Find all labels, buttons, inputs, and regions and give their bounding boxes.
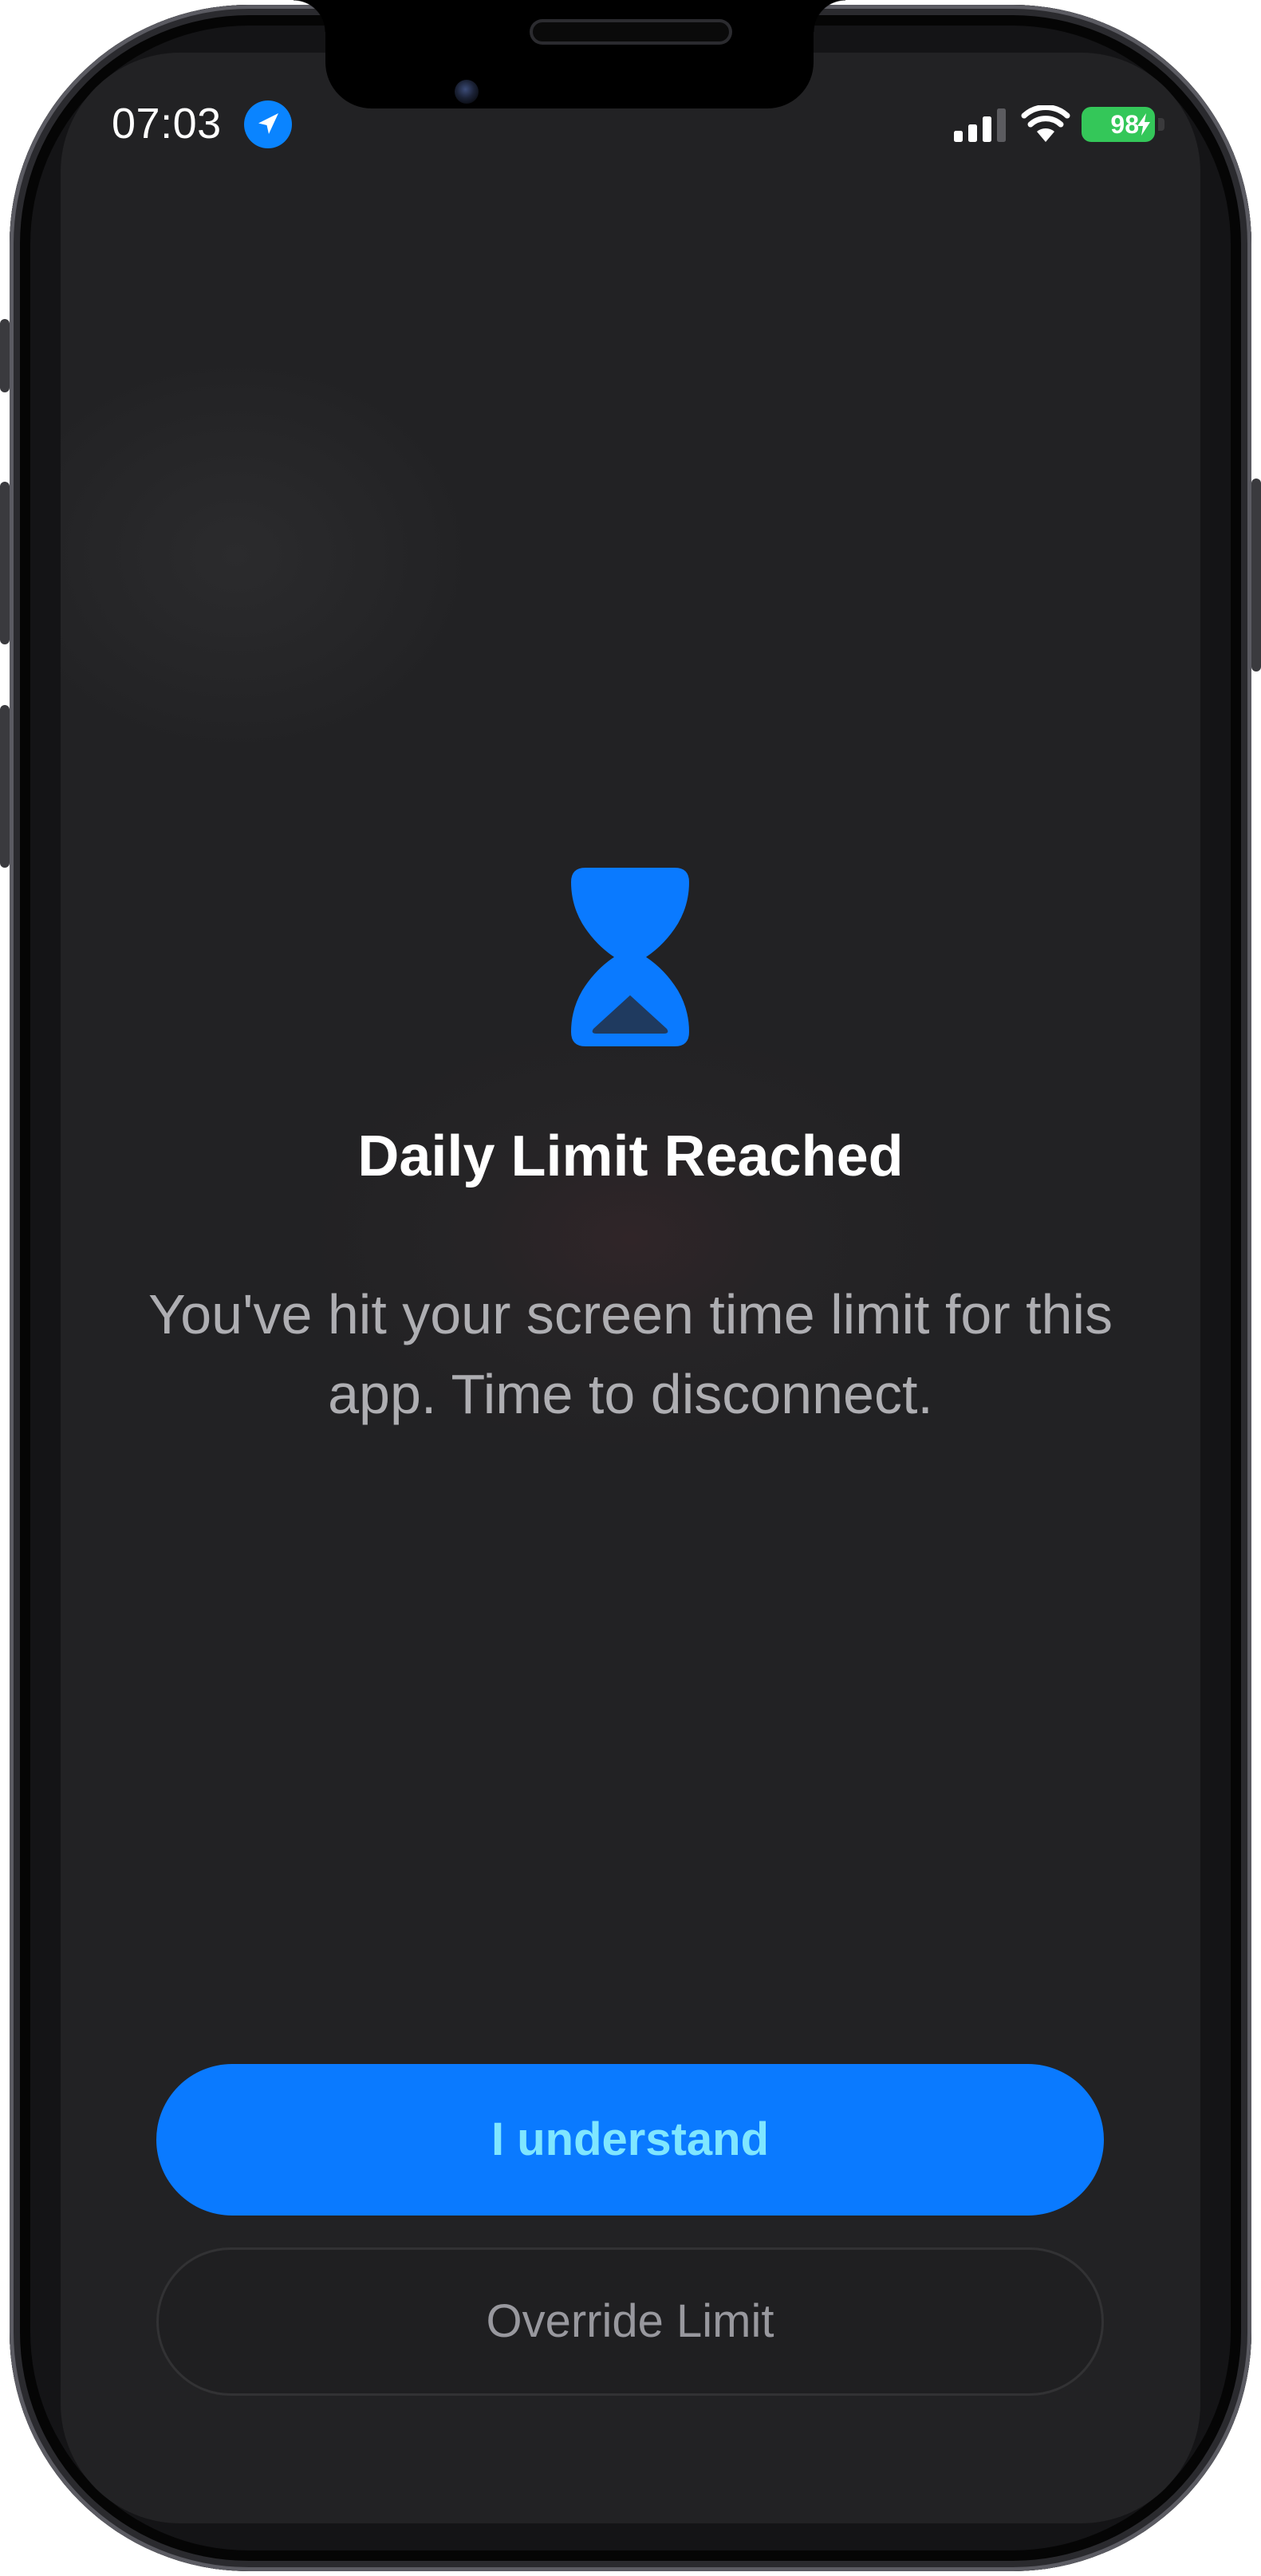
notch	[294, 0, 845, 108]
page-title: Daily Limit Reached	[357, 1125, 904, 1188]
cellular-signal-icon	[954, 108, 1006, 142]
charging-bolt-icon	[1137, 113, 1150, 136]
wifi-icon	[1021, 105, 1070, 142]
status-time: 07:03	[112, 100, 222, 148]
battery-percent: 98	[1110, 110, 1139, 139]
background-glow	[61, 356, 475, 754]
earpiece-speaker	[533, 22, 729, 41]
location-arrow-icon	[244, 100, 292, 148]
power-button	[1251, 479, 1261, 672]
volume-down-button	[0, 705, 10, 868]
understand-button[interactable]: I understand	[156, 2064, 1104, 2216]
battery-indicator: 98	[1082, 107, 1155, 142]
front-camera	[455, 80, 479, 104]
action-button	[0, 319, 10, 392]
limit-message: You've hit your screen time limit for th…	[148, 1283, 1113, 1425]
volume-up-button	[0, 482, 10, 644]
hourglass-icon	[571, 868, 689, 1046]
battery-cap	[1158, 118, 1164, 131]
override-limit-button[interactable]: Override Limit	[156, 2247, 1104, 2396]
